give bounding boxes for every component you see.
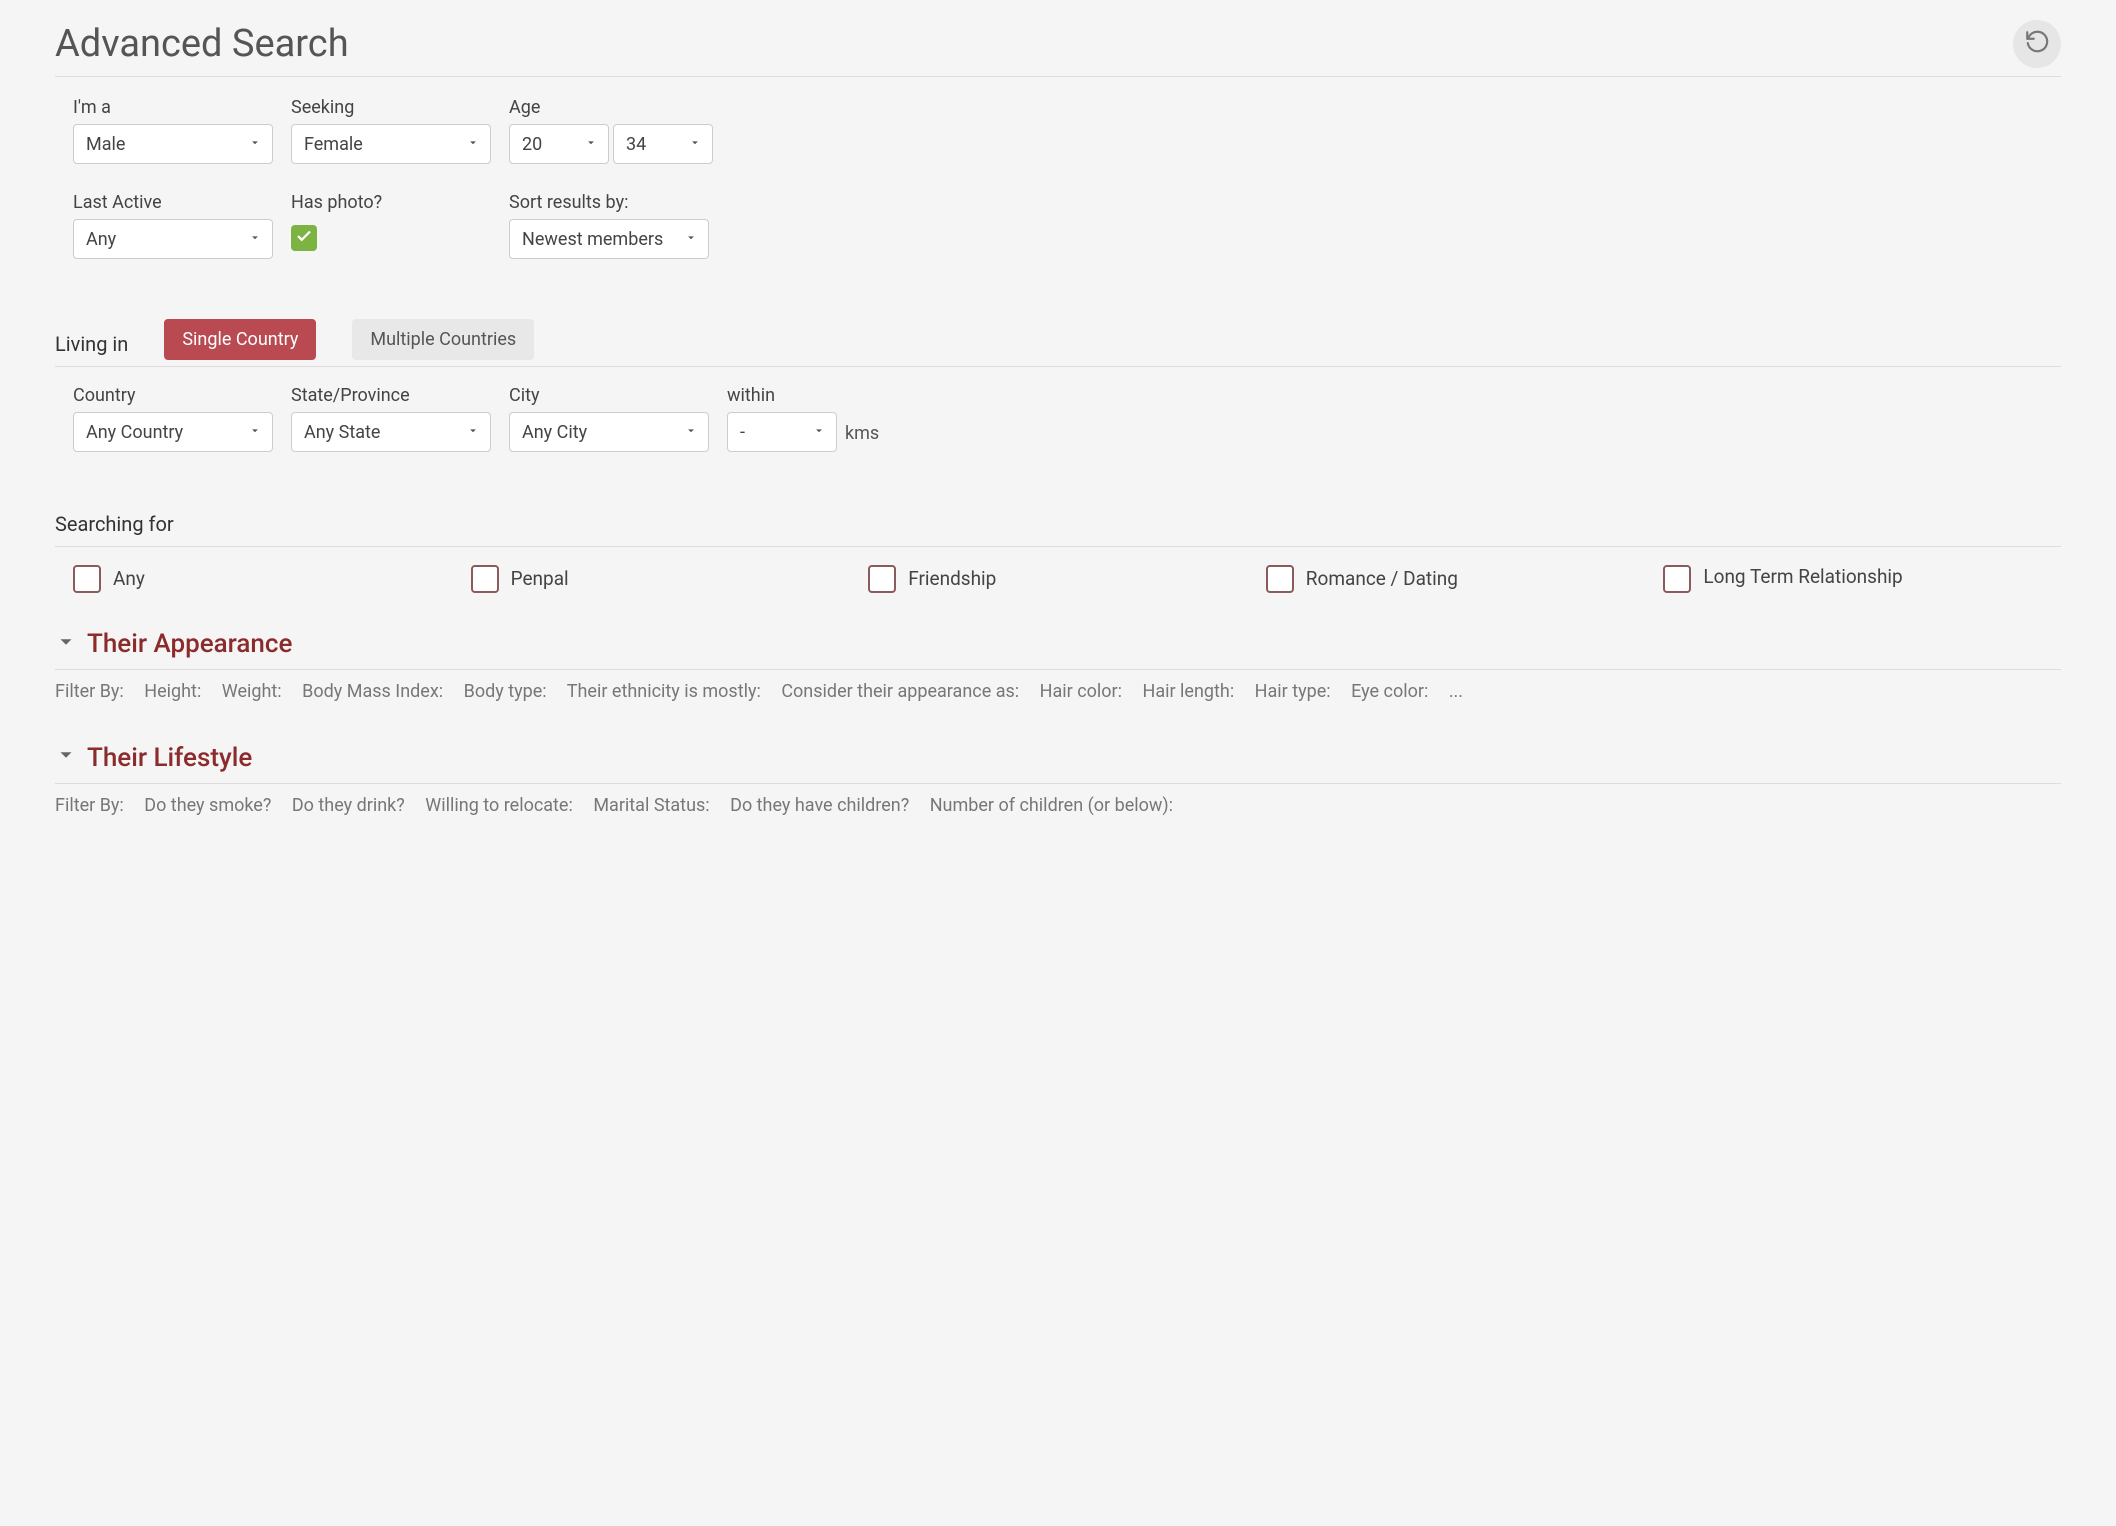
appearance-toggle[interactable]: Their Appearance [55, 629, 2061, 659]
checkbox-longterm-label: Long Term Relationship [1703, 565, 1902, 590]
checkbox-any-label: Any [113, 567, 145, 592]
sort-by-label: Sort results by: [509, 192, 709, 213]
check-icon [295, 227, 313, 250]
im-a-select[interactable]: Male [73, 124, 273, 164]
within-value: - [740, 422, 745, 443]
caret-down-icon [248, 229, 262, 250]
checkbox-longterm[interactable] [1663, 565, 1691, 593]
age-from-value: 20 [522, 134, 542, 155]
age-label: Age [509, 97, 713, 118]
sort-by-value: Newest members [522, 229, 663, 250]
lifestyle-filters: Filter By: Do they smoke? Do they drink?… [55, 783, 2061, 821]
reset-icon [2024, 29, 2050, 60]
sort-by-select[interactable]: Newest members [509, 219, 709, 259]
caret-down-icon [248, 422, 262, 443]
chevron-down-icon [55, 631, 77, 658]
city-label: City [509, 385, 709, 406]
appearance-filters: Filter By: Height: Weight: Body Mass Ind… [55, 669, 2061, 707]
tab-single-country[interactable]: Single Country [164, 319, 316, 360]
im-a-value: Male [86, 134, 125, 155]
state-value: Any State [304, 422, 380, 443]
checkbox-friendship-label: Friendship [908, 567, 996, 592]
seeking-label: Seeking [291, 97, 491, 118]
page-title: Advanced Search [55, 22, 349, 66]
lifestyle-toggle[interactable]: Their Lifestyle [55, 743, 2061, 773]
age-from-select[interactable]: 20 [509, 124, 609, 164]
checkbox-romance[interactable] [1266, 565, 1294, 593]
chevron-down-icon [55, 744, 77, 771]
state-label: State/Province [291, 385, 491, 406]
age-to-select[interactable]: 34 [613, 124, 713, 164]
checkbox-penpal[interactable] [471, 565, 499, 593]
caret-down-icon [684, 229, 698, 250]
caret-down-icon [684, 422, 698, 443]
reset-button[interactable] [2013, 20, 2061, 68]
within-label: within [727, 385, 837, 406]
checkbox-penpal-label: Penpal [511, 567, 569, 592]
caret-down-icon [812, 422, 826, 443]
country-label: Country [73, 385, 273, 406]
searching-for-label: Searching for [55, 512, 2061, 547]
im-a-label: I'm a [73, 97, 273, 118]
living-in-label: Living in [55, 332, 128, 366]
caret-down-icon [584, 134, 598, 155]
city-value: Any City [522, 422, 587, 443]
city-select[interactable]: Any City [509, 412, 709, 452]
kms-unit: kms [845, 423, 879, 452]
has-photo-label: Has photo? [291, 192, 491, 213]
state-select[interactable]: Any State [291, 412, 491, 452]
last-active-label: Last Active [73, 192, 273, 213]
country-select[interactable]: Any Country [73, 412, 273, 452]
checkbox-romance-label: Romance / Dating [1306, 567, 1458, 592]
lifestyle-title: Their Lifestyle [87, 743, 252, 773]
caret-down-icon [466, 134, 480, 155]
caret-down-icon [248, 134, 262, 155]
last-active-select[interactable]: Any [73, 219, 273, 259]
last-active-value: Any [86, 229, 116, 250]
caret-down-icon [466, 422, 480, 443]
has-photo-checkbox[interactable] [291, 225, 317, 251]
tab-multiple-countries[interactable]: Multiple Countries [352, 319, 534, 360]
country-value: Any Country [86, 422, 183, 443]
seeking-select[interactable]: Female [291, 124, 491, 164]
seeking-value: Female [304, 134, 363, 155]
checkbox-any[interactable] [73, 565, 101, 593]
checkbox-friendship[interactable] [868, 565, 896, 593]
appearance-title: Their Appearance [87, 629, 292, 659]
caret-down-icon [688, 134, 702, 155]
age-to-value: 34 [626, 134, 646, 155]
within-select[interactable]: - [727, 412, 837, 452]
